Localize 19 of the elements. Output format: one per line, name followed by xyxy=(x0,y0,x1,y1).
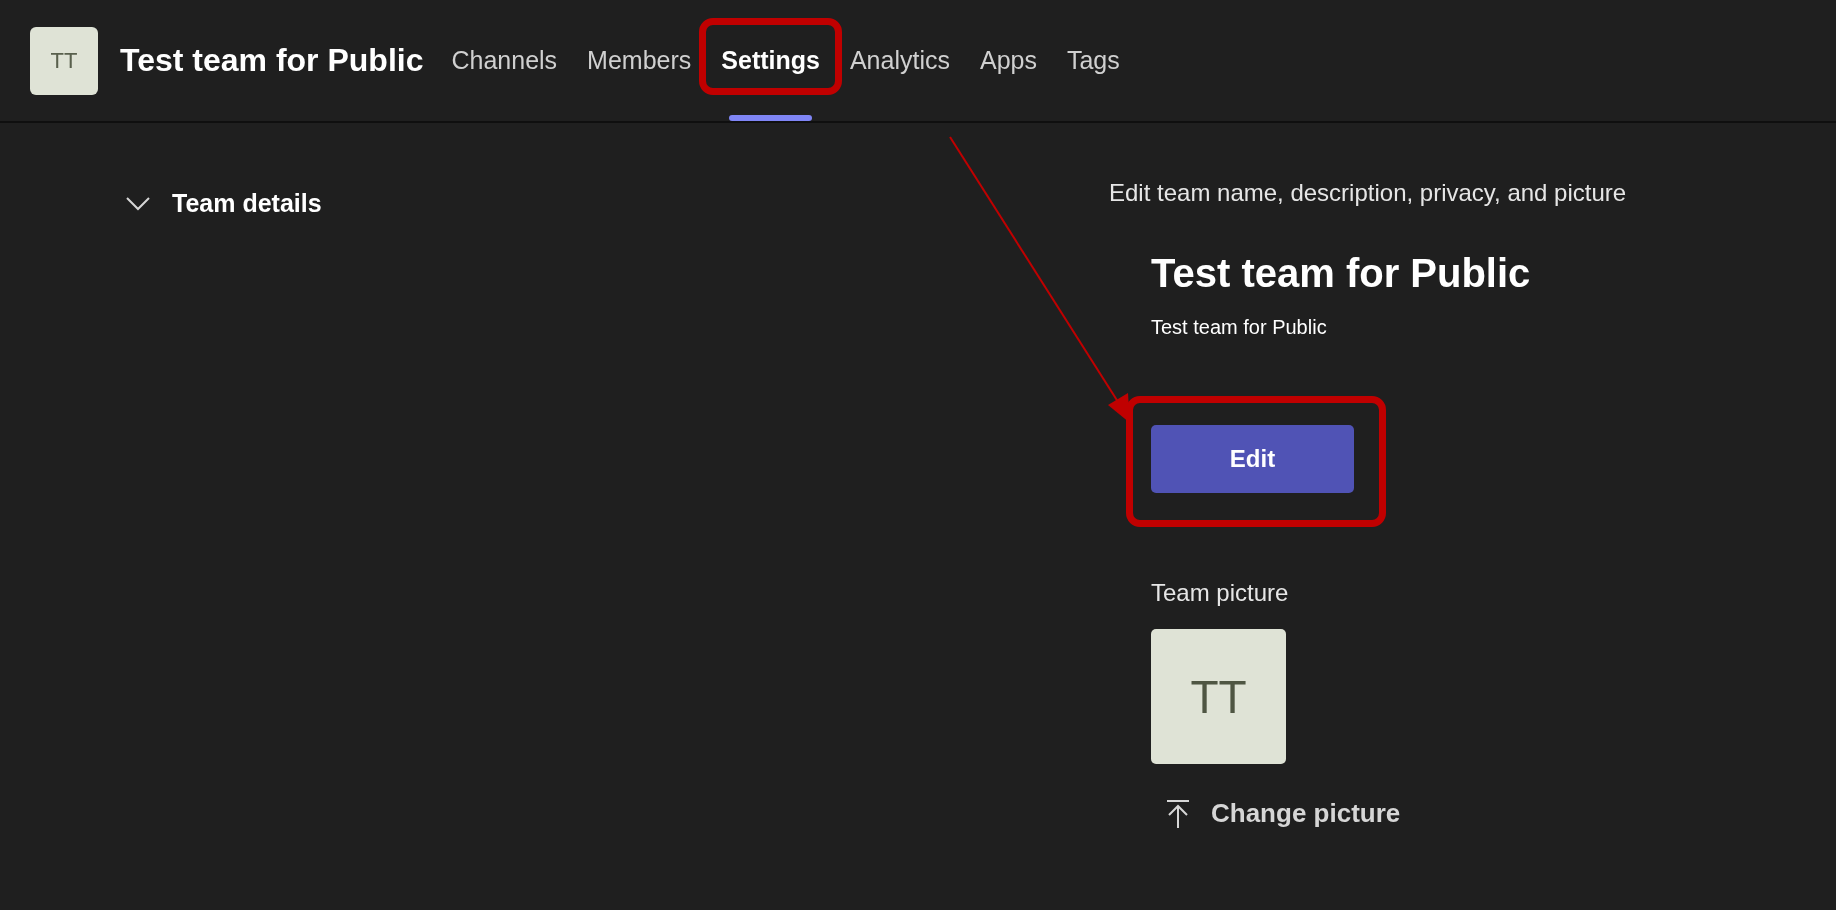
nav-tab[interactable]: Analytics xyxy=(841,38,958,83)
section-toggle[interactable]: Team details xyxy=(126,189,322,218)
team-title: Test team for Public xyxy=(1151,251,1532,296)
section-title: Team details xyxy=(172,189,322,218)
nav-tab[interactable]: Tags xyxy=(1058,38,1128,83)
team-avatar: TT xyxy=(30,26,98,95)
nav-tab[interactable]: Apps xyxy=(971,38,1045,83)
nav-tab[interactable]: Settings xyxy=(713,38,828,83)
nav-tab[interactable]: Channels xyxy=(443,38,566,83)
upload-icon xyxy=(1165,798,1191,829)
chevron-down-icon xyxy=(126,196,150,211)
team-picture: TT xyxy=(1151,629,1286,764)
team-name: Test team for Public xyxy=(120,42,424,79)
picture-label: Team picture xyxy=(1151,579,1290,607)
section-description: Edit team name, description, privacy, and picture xyxy=(1109,179,1627,207)
nav-tab[interactable]: Members xyxy=(579,38,700,83)
change-picture-button[interactable]: Change picture xyxy=(1151,798,1401,829)
edit-button[interactable]: Edit xyxy=(1151,425,1354,493)
team-description: Test team for Public xyxy=(1151,316,1328,339)
